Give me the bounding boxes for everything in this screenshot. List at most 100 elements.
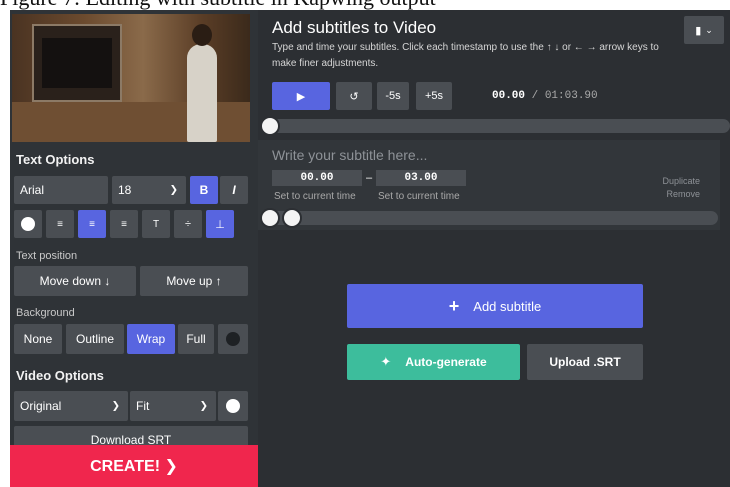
subtitle-entry: Write your subtitle here... 00.00 – 03.0… — [258, 140, 720, 230]
page-title: Add subtitles to Video — [272, 18, 437, 37]
size-value: 18 — [118, 183, 132, 197]
forward-5s-button[interactable]: +5s — [416, 82, 452, 110]
upload-srt-label: Upload .SRT — [549, 355, 621, 369]
background-none-button[interactable]: None — [14, 324, 62, 354]
set-start-current-link[interactable]: Set to current time — [274, 191, 356, 202]
play-button[interactable]: ▶ — [272, 82, 330, 110]
valign-middle-button[interactable]: ÷ — [174, 210, 202, 238]
folder-menu-button[interactable]: ▮ ⌄ — [684, 16, 724, 44]
background-full-label: Full — [186, 332, 206, 346]
start-time-field[interactable]: 00.00 — [272, 170, 362, 186]
italic-button[interactable]: I — [220, 176, 248, 204]
playback-time: 00.00 / 01:03.90 — [492, 90, 598, 102]
video-bg-swatch-icon — [226, 399, 240, 413]
text-color-button[interactable] — [14, 210, 42, 238]
time-separator: / — [525, 90, 545, 102]
folder-icon: ▮ — [695, 24, 702, 37]
background-outline-button[interactable]: Outline — [66, 324, 124, 354]
video-person — [187, 44, 217, 142]
subtitle-range-slider[interactable] — [268, 211, 718, 225]
background-wrap-label: Wrap — [136, 332, 166, 346]
add-subtitle-label: Add subtitle — [473, 298, 542, 314]
start-time-value: 00.00 — [300, 172, 334, 184]
total-time: 01:03.90 — [544, 90, 598, 102]
move-down-button[interactable]: Move down ↓ — [14, 266, 136, 296]
subtitle-end-handle[interactable] — [282, 208, 302, 228]
fit-value: Fit — [136, 399, 150, 413]
valign-top-icon: T — [152, 218, 160, 230]
valign-middle-icon: ÷ — [184, 218, 192, 230]
replay-icon: ↺ — [349, 90, 359, 103]
subtitle-start-handle[interactable] — [260, 208, 280, 228]
video-preview[interactable] — [12, 14, 250, 142]
end-time-field[interactable]: 03.00 — [376, 170, 466, 186]
create-label: CREATE! ❯ — [90, 458, 178, 475]
move-up-button[interactable]: Move up ↑ — [140, 266, 248, 296]
chevron-down-icon: ❯ — [169, 184, 178, 196]
align-right-icon: ≡ — [121, 218, 127, 230]
valign-bottom-button[interactable]: ⊥ — [206, 210, 234, 238]
valign-top-button[interactable]: T — [142, 210, 170, 238]
video-person-head — [192, 24, 212, 46]
chevron-down-icon: ⌄ — [705, 24, 713, 35]
background-outline-label: Outline — [75, 332, 115, 346]
size-select[interactable]: 18 ❯ — [112, 176, 186, 204]
align-left-button[interactable]: ≡ — [46, 210, 74, 238]
valign-bottom-icon: ⊥ — [215, 218, 225, 231]
chevron-down-icon: ❯ — [111, 400, 120, 412]
rewind-5s-button[interactable]: -5s — [377, 82, 409, 110]
fit-select[interactable]: Fit ❯ — [130, 391, 216, 421]
align-left-icon: ≡ — [57, 218, 63, 230]
align-center-button[interactable]: ≡ — [78, 210, 106, 238]
forward-5s-label: +5s — [424, 90, 444, 102]
text-options-title: Text Options — [16, 152, 95, 167]
page-subtitle: Type and time your subtitles. Click each… — [272, 42, 659, 69]
color-swatch-icon — [21, 217, 35, 231]
background-color-swatch-icon — [226, 332, 240, 346]
italic-label: I — [232, 183, 236, 197]
play-icon: ▶ — [296, 90, 306, 103]
rewind-5s-label: -5s — [385, 90, 401, 102]
video-oven-window — [42, 38, 112, 88]
video-bg-color-button[interactable] — [218, 391, 248, 421]
create-button[interactable]: CREATE! ❯ — [10, 445, 258, 487]
top-cut-caption: Figure 7: Editing with subtitle in Kapwi… — [0, 0, 730, 10]
aspect-select[interactable]: Original ❯ — [14, 391, 128, 421]
remove-link[interactable]: Remove — [666, 189, 700, 199]
duplicate-link[interactable]: Duplicate — [662, 176, 700, 186]
bold-button[interactable]: B — [190, 176, 218, 204]
caption-text: Figure 7: Editing with subtitle in Kapwi… — [0, 0, 436, 10]
upload-srt-button[interactable]: Upload .SRT — [527, 344, 643, 380]
font-select[interactable]: Arial — [14, 176, 108, 204]
end-time-value: 03.00 — [404, 172, 438, 184]
move-down-label: Move down ↓ — [39, 274, 111, 288]
current-time: 00.00 — [492, 90, 526, 102]
text-position-label: Text position — [16, 250, 78, 262]
time-dash: – — [366, 172, 373, 184]
add-subtitle-button[interactable]: + Add subtitle — [347, 284, 643, 328]
background-color-button[interactable] — [218, 324, 248, 354]
replay-button[interactable]: ↺ — [336, 82, 372, 110]
align-right-button[interactable]: ≡ — [110, 210, 138, 238]
move-up-label: Move up ↑ — [166, 274, 222, 288]
auto-generate-button[interactable]: ✦ Auto-generate — [347, 344, 520, 380]
set-end-current-link[interactable]: Set to current time — [378, 191, 460, 202]
playback-scrubber-handle[interactable] — [260, 116, 280, 136]
background-full-button[interactable]: Full — [178, 324, 214, 354]
background-none-label: None — [23, 332, 53, 346]
chevron-down-icon: ❯ — [199, 400, 208, 412]
left-panel: Text Options Arial 18 ❯ B I ≡ ≡ ≡ T ÷ ⊥ … — [10, 10, 258, 487]
bold-label: B — [199, 183, 209, 197]
subtitle-text-input[interactable]: Write your subtitle here... — [272, 147, 427, 163]
playback-scrubber[interactable] — [268, 119, 730, 133]
magic-wand-icon: ✦ — [380, 354, 392, 369]
background-label: Background — [16, 307, 75, 319]
font-value: Arial — [20, 183, 45, 197]
background-wrap-button[interactable]: Wrap — [127, 324, 175, 354]
auto-generate-label: Auto-generate — [405, 355, 487, 369]
video-options-title: Video Options — [16, 368, 104, 383]
plus-icon: + — [448, 295, 460, 316]
align-center-icon: ≡ — [89, 218, 95, 230]
aspect-value: Original — [20, 399, 62, 413]
right-panel: Add subtitles to Video Type and time you… — [258, 10, 730, 487]
